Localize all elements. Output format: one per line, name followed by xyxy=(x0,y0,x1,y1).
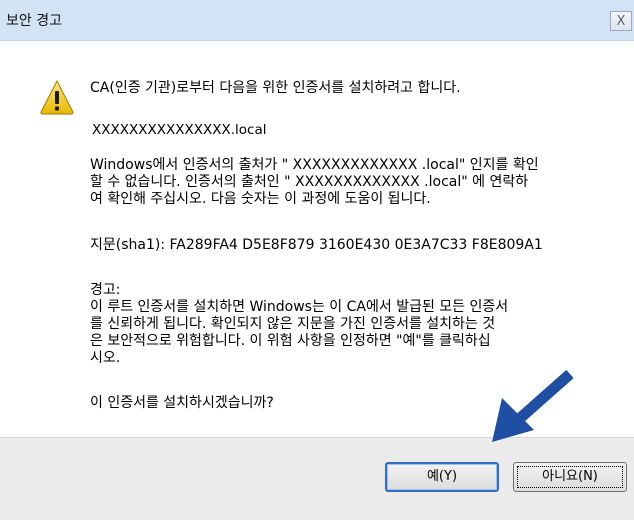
validation-line: 여 확인해 주십시오. 다음 숫자는 이 과정에 도움이 됩니다. xyxy=(90,191,431,207)
window-title: 보안 경고 xyxy=(6,13,62,29)
warning-paragraph: 경고: 이 루트 인증서를 설치하면 Windows는 이 CA에서 발급된 모… xyxy=(90,282,555,367)
warning-line: 를 신뢰하게 됩니다. 확인되지 않은 지문을 가진 인증서를 설치하는 것 xyxy=(90,316,496,332)
yes-button[interactable]: 예(Y) xyxy=(385,462,499,492)
validation-line: 할 수 없습니다. 인증서의 출처인 " XXXXXXXXXXXXX .loca… xyxy=(90,174,529,190)
thumbprint-text: 지문(sha1): FA289FA4 D5E8F879 3160E430 0E3… xyxy=(90,237,543,253)
host-name: XXXXXXXXXXXXXXX.local xyxy=(92,122,267,138)
intro-text: CA(인증 기관)로부터 다음을 위한 인증서를 설치하려고 합니다. xyxy=(90,80,461,96)
install-question: 이 인증서를 설치하시겠습니까? xyxy=(90,395,274,411)
no-button[interactable]: 아니요(N) xyxy=(513,462,627,492)
close-icon: X xyxy=(616,14,626,29)
validation-line: Windows에서 인증서의 출처가 " XXXXXXXXXXXXX .loca… xyxy=(90,157,539,173)
warning-line: 은 보안적으로 위험합니다. 이 위험 사항을 인정하면 "예"를 클릭하십 xyxy=(90,333,491,349)
close-button[interactable]: X xyxy=(610,11,632,31)
warning-triangle-icon xyxy=(40,79,74,115)
warning-line: 이 루트 인증서를 설치하면 Windows는 이 CA에서 발급된 모든 인증… xyxy=(90,299,509,315)
no-button-label: 아니요(N) xyxy=(542,469,598,484)
title-bar: 보안 경고 X xyxy=(0,0,634,41)
warning-heading: 경고: xyxy=(90,282,121,298)
validation-paragraph: Windows에서 인증서의 출처가 " XXXXXXXXXXXXX .loca… xyxy=(90,157,550,208)
yes-button-label: 예(Y) xyxy=(426,469,458,484)
warning-line: 시오. xyxy=(90,350,121,366)
pointer-arrow-icon xyxy=(492,369,574,442)
